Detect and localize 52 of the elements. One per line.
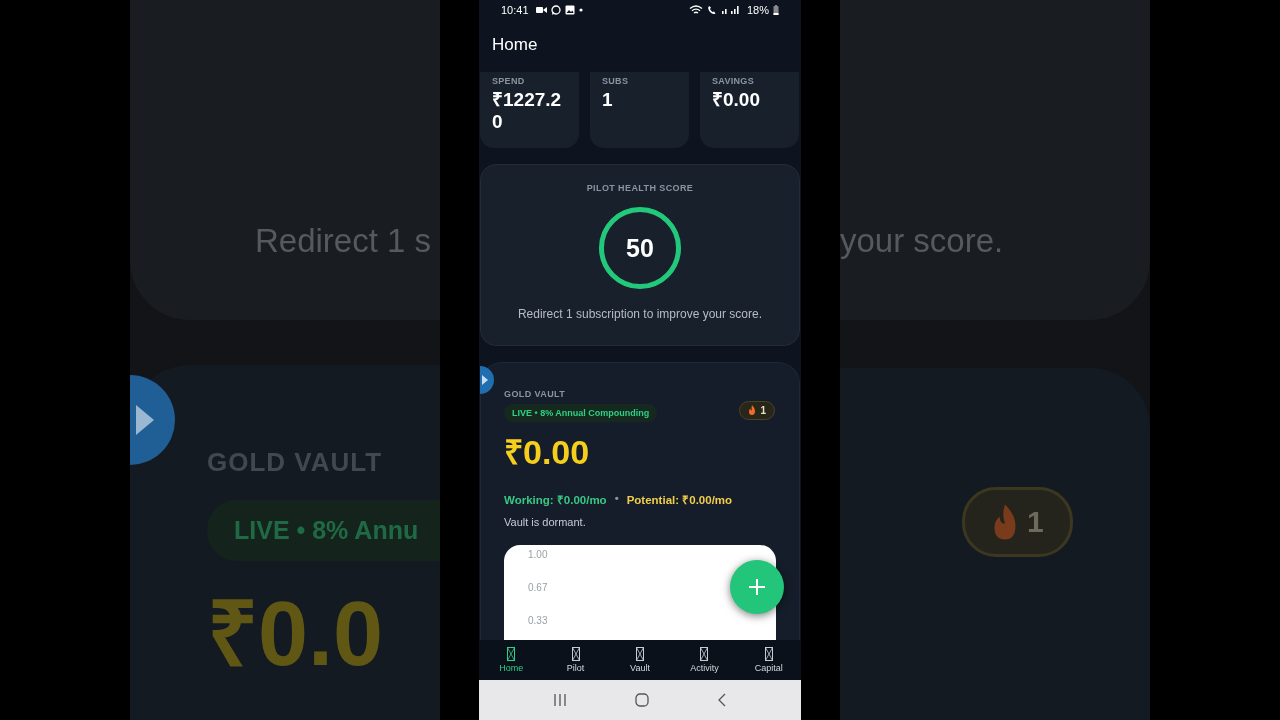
flame-icon [748, 405, 757, 415]
nav-tab[interactable]: Home [479, 640, 544, 680]
home-icon[interactable] [635, 693, 649, 707]
crossed-box-icon [764, 647, 773, 661]
crossed-box-icon [700, 647, 709, 661]
back-icon[interactable] [717, 693, 727, 707]
separator: • [614, 492, 619, 506]
vault-status: Vault is dormant. [504, 516, 586, 528]
working-rate: Working: ₹0.00/mo [504, 493, 607, 507]
wifi-icon [688, 5, 703, 15]
battery-level: 18% [746, 4, 769, 16]
battery-icon [773, 5, 779, 15]
stat-value: ₹0.00 [712, 89, 761, 111]
streak-count: 1 [760, 404, 766, 416]
dot-icon [578, 8, 583, 12]
status-badge: LIVE • 8% Annual Compounding [504, 404, 658, 422]
axis-tick-label: 0.67 [528, 582, 548, 594]
crossed-box-icon [636, 647, 644, 661]
nav-tab[interactable]: Vault [607, 640, 673, 680]
status-badge: LIVE • 8% Annu [207, 500, 440, 561]
potential-rate: Potential: ₹0.00/mo [626, 493, 733, 507]
stat-label: SAVINGS [712, 76, 755, 86]
chat-icon [550, 5, 561, 15]
streak-count: 1 [1027, 505, 1044, 539]
card-title: GOLD VAULT [504, 389, 566, 399]
score-message: Redirect 1 subscription to improve your score. [517, 307, 763, 321]
stat-label: SUBS [602, 76, 630, 86]
phone-icon [706, 5, 717, 15]
stat-label: SPEND [492, 76, 526, 86]
page-title: Home [492, 35, 538, 55]
crossed-box-icon [507, 647, 516, 661]
score-value: 50 [626, 233, 654, 263]
score-message: your score. [840, 222, 1004, 260]
video-camera-icon [535, 6, 547, 14]
floating-bubble-icon[interactable] [480, 363, 494, 397]
stat-value: 1 [602, 89, 614, 111]
clock: 10:41 [501, 4, 529, 16]
signal-icon [720, 5, 741, 15]
axis-tick-label: 1.00 [528, 549, 548, 561]
nav-tab[interactable]: Activity [672, 640, 737, 680]
crossed-box-icon [571, 647, 580, 661]
vault-amount: ₹0.0 [207, 583, 384, 686]
nav-tab[interactable]: Pilot [543, 640, 608, 680]
nav-tab[interactable]: Capital [736, 640, 802, 680]
plus-icon [748, 578, 766, 596]
vault-amount: ₹0.00 [504, 432, 590, 473]
card-title: PILOT HEALTH SCORE [586, 183, 694, 193]
score-message: Redirect 1 s [255, 222, 432, 260]
axis-tick-label: 0.33 [528, 615, 548, 627]
stat-value: ₹1227.20 [492, 89, 563, 133]
recent-apps-icon[interactable] [553, 693, 567, 707]
image-icon [564, 5, 575, 15]
